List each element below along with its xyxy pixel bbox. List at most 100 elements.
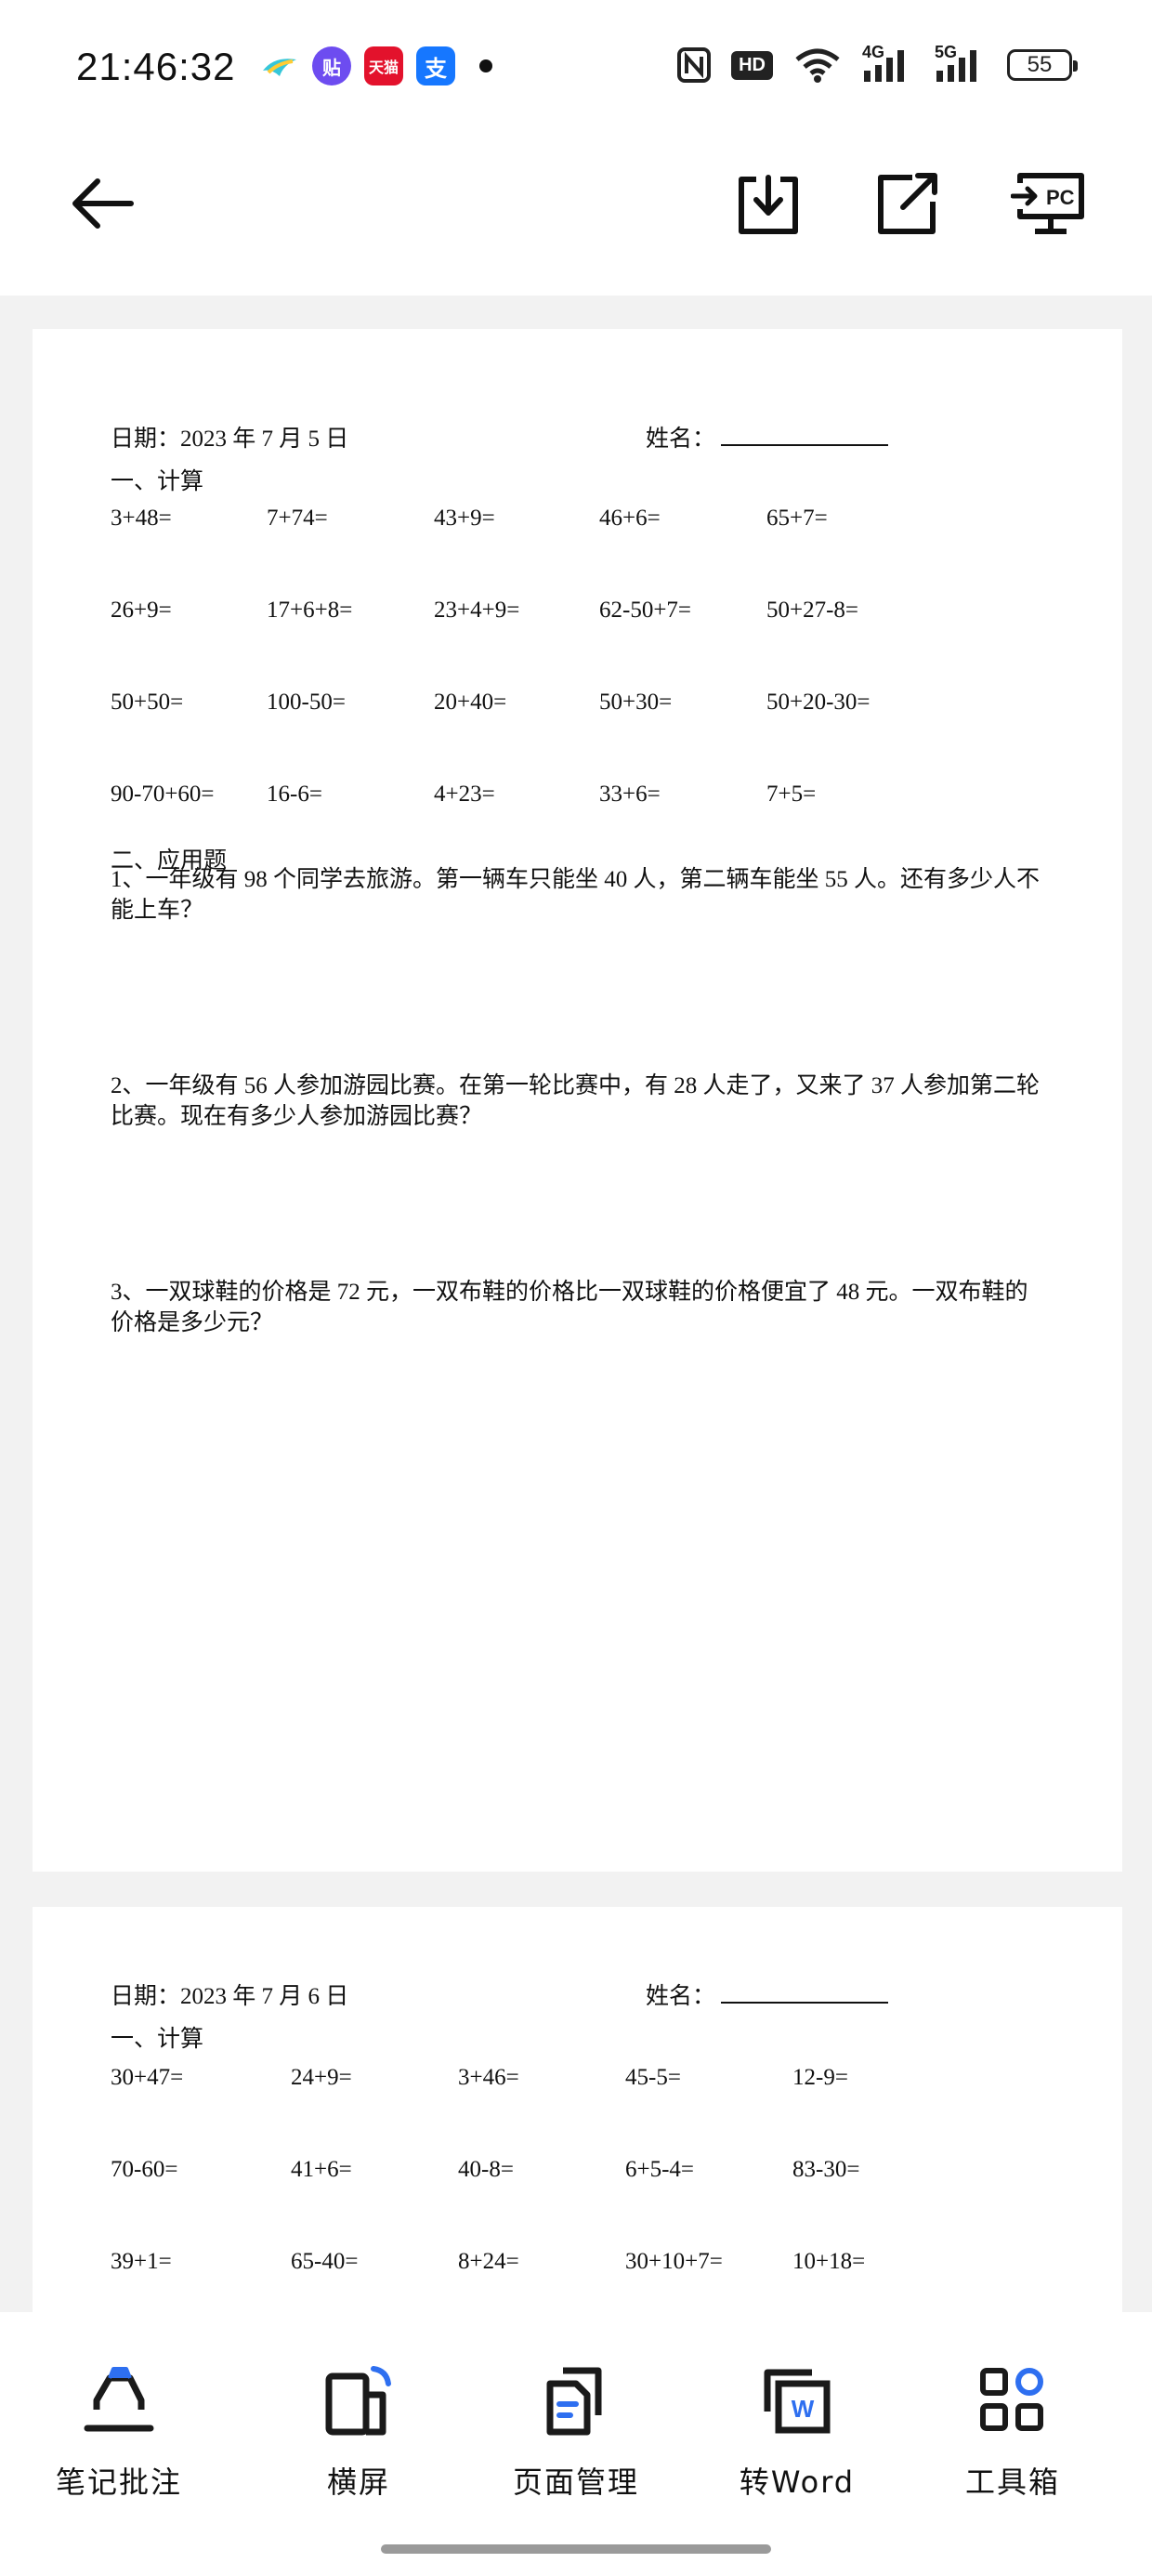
system-status-icons: HD 4G 5G 55 (677, 43, 1078, 84)
toolbox-icon (974, 2362, 1052, 2438)
math-item: 20+40= (434, 690, 507, 715)
hd-icon: HD (731, 46, 773, 84)
math-item: 43+9= (434, 506, 495, 531)
top-toolbar: PC (0, 139, 1152, 297)
name-field: 姓名： (646, 1978, 889, 2011)
name-label: 姓名： (646, 427, 716, 452)
math-item: 100-50= (267, 690, 346, 715)
math-item: 46+6= (599, 506, 661, 531)
alipay-app-icon: 支 (416, 46, 455, 85)
nav-label: 笔记批注 (55, 2464, 182, 2500)
status-bar: 21:46:32 贴 天猫 支 HD 4G 5G 55 (0, 0, 1152, 139)
nav-label: 页面管理 (512, 2464, 639, 2500)
tmall-app-text: 天猫 (368, 60, 399, 76)
math-item: 10+18= (792, 2249, 866, 2274)
nav-label: 工具箱 (964, 2464, 1060, 2500)
status-time: 21:46:32 (76, 45, 236, 88)
math-item: 45-5= (625, 2065, 681, 2090)
nfc-icon (677, 46, 712, 84)
math-item: 50+20-30= (766, 690, 871, 715)
tmall-app-icon: 天猫 (364, 46, 403, 85)
math-item: 83-30= (792, 2157, 860, 2182)
tieba-app-text: 贴 (322, 58, 341, 79)
battery-icon: 55 (1007, 49, 1078, 81)
page-manage-button[interactable]: 页面管理 (483, 2362, 669, 2502)
date-label: 日期：2023 年 7 月 6 日 (111, 1984, 349, 2009)
network-5g-label: 5G (935, 43, 958, 61)
bird-app-icon (260, 46, 299, 85)
pc-label: PC (1046, 186, 1075, 209)
name-blank (721, 424, 889, 446)
back-arrow-icon (72, 178, 134, 229)
notification-app-icons: 贴 天猫 支 (260, 46, 492, 85)
network-4g-label: 4G (862, 43, 885, 61)
math-item: 50+50= (111, 690, 184, 715)
signal-4g-icon: 4G (862, 43, 914, 84)
math-item: 41+6= (291, 2157, 352, 2182)
word-problem-1: 1、一年级有 98 个同学去旅游。第一辆车只能坐 40 人，第二辆车能坐 55 … (111, 867, 1041, 923)
math-item: 17+6+8= (267, 598, 353, 623)
back-button[interactable] (61, 162, 145, 245)
wifi-icon (793, 46, 842, 84)
send-to-pc-button[interactable]: PC (1007, 162, 1091, 245)
math-item: 7+74= (267, 506, 328, 531)
math-item: 3+46= (458, 2065, 519, 2090)
math-item: 50+27-8= (766, 598, 859, 623)
more-notifications-dot (479, 59, 492, 72)
annotate-button[interactable]: 笔记批注 (26, 2362, 212, 2502)
word-problem-3: 3、一双球鞋的价格是 72 元，一双布鞋的价格比一双球鞋的价格便宜了 48 元。… (111, 1280, 1028, 1335)
alipay-app-text: 支 (425, 56, 447, 82)
word-problem-2: 2、一年级有 56 人参加游园比赛。在第一轮比赛中，有 28 人走了，又来了 3… (111, 1073, 1041, 1129)
name-label: 姓名： (646, 1984, 716, 2009)
share-icon (878, 173, 937, 234)
battery-level: 55 (1027, 52, 1053, 77)
rotate-screen-icon (320, 2362, 398, 2438)
svg-text:W: W (792, 2395, 815, 2423)
math-item: 24+9= (291, 2065, 352, 2090)
bottom-toolbar: 笔记批注 横屏 页面管理 W 转Word 工具箱 (0, 2312, 1152, 2576)
document-page-2: 日期：2023 年 7 月 6 日 姓名： 一、计算 30+47= 24+9= … (33, 1907, 1122, 2312)
math-item: 62-50+7= (599, 598, 692, 623)
home-indicator[interactable] (381, 2544, 771, 2554)
math-item: 30+10+7= (625, 2249, 723, 2274)
section-title: 一、计算 (111, 2027, 204, 2052)
math-item: 30+47= (111, 2065, 184, 2090)
math-item: 16-6= (267, 782, 322, 807)
math-item: 33+6= (599, 782, 661, 807)
landscape-button[interactable]: 横屏 (266, 2362, 452, 2502)
nav-label: 转Word (739, 2464, 856, 2500)
math-item: 40-8= (458, 2157, 514, 2182)
section-title: 一、计算 (111, 469, 204, 494)
math-item: 4+23= (434, 782, 495, 807)
hd-label: HD (731, 50, 773, 80)
math-item: 70-60= (111, 2157, 178, 2182)
document-page-1: 日期：2023 年 7 月 5 日 姓名： 一、计算 3+48= 7+74= 4… (33, 329, 1122, 1872)
math-item: 23+4+9= (434, 598, 520, 623)
math-item: 6+5-4= (625, 2157, 695, 2182)
tieba-app-icon: 贴 (312, 46, 351, 85)
math-item: 3+48= (111, 506, 172, 531)
name-field: 姓名： (646, 420, 889, 453)
page-manage-icon (537, 2362, 615, 2438)
nav-label: 横屏 (326, 2464, 390, 2500)
math-item: 50+30= (599, 690, 673, 715)
math-item: 65-40= (291, 2249, 359, 2274)
share-button[interactable] (866, 162, 949, 245)
signal-5g-icon: 5G (935, 43, 987, 84)
math-item: 26+9= (111, 598, 172, 623)
convert-word-icon: W (758, 2362, 836, 2438)
download-icon (739, 175, 798, 234)
toolbox-button[interactable]: 工具箱 (920, 2362, 1106, 2502)
download-button[interactable] (727, 162, 810, 245)
date-label: 日期：2023 年 7 月 5 日 (111, 427, 349, 452)
math-item: 8+24= (458, 2249, 519, 2274)
math-item: 39+1= (111, 2249, 172, 2274)
convert-word-button[interactable]: W 转Word (704, 2362, 890, 2502)
math-item: 90-70+60= (111, 782, 215, 807)
math-item: 12-9= (792, 2065, 848, 2090)
math-item: 7+5= (766, 782, 817, 807)
math-item: 65+7= (766, 506, 828, 531)
annotate-pen-icon (80, 2362, 158, 2438)
document-viewer[interactable]: 日期：2023 年 7 月 5 日 姓名： 一、计算 3+48= 7+74= 4… (0, 296, 1152, 2312)
name-blank (721, 1981, 889, 2004)
